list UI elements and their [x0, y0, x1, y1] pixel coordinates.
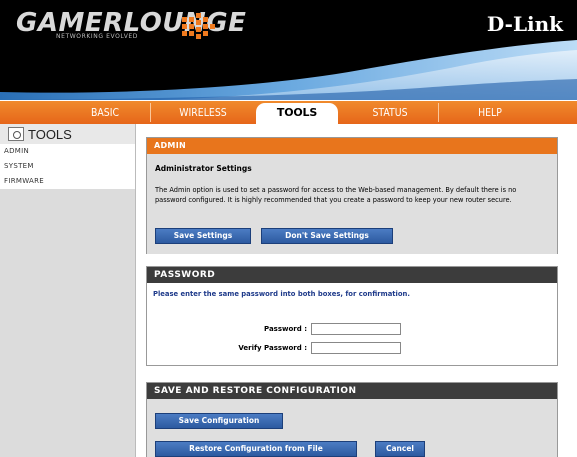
- password-body: Please enter the same password into both…: [147, 283, 557, 354]
- sidebar-item-firmware[interactable]: FIRMWARE: [0, 174, 135, 189]
- password-description: Please enter the same password into both…: [153, 290, 410, 298]
- save-restore-header: SAVE AND RESTORE CONFIGURATION: [147, 383, 557, 399]
- verify-password-input[interactable]: [311, 342, 401, 354]
- cancel-button[interactable]: Cancel: [375, 441, 425, 457]
- password-header: PASSWORD: [147, 267, 557, 283]
- password-panel: PASSWORD Please enter the same password …: [146, 266, 558, 366]
- password-input[interactable]: [311, 323, 401, 335]
- save-configuration-button[interactable]: Save Configuration: [155, 413, 283, 429]
- admin-panel: ADMIN Administrator Settings The Admin o…: [146, 137, 558, 254]
- admin-header: ADMIN: [147, 138, 557, 154]
- header-banner: GAMERLOUNGE NETWORKING EVOLVED D-Link: [0, 0, 577, 100]
- tab-basic[interactable]: BASIC: [67, 101, 144, 124]
- sidebar-item-admin[interactable]: ADMIN: [0, 144, 135, 159]
- tab-help[interactable]: HELP: [452, 101, 529, 124]
- save-settings-button[interactable]: Save Settings: [155, 228, 251, 244]
- dlink-brand-logo: D-Link: [486, 12, 563, 36]
- save-restore-panel: SAVE AND RESTORE CONFIGURATION Save Conf…: [146, 382, 558, 457]
- tab-wireless[interactable]: WIRELESS: [165, 101, 242, 124]
- tab-tools[interactable]: TOOLS: [256, 103, 338, 125]
- sidebar-title: TOOLS: [28, 126, 72, 142]
- sidebar-item-system[interactable]: SYSTEM: [0, 159, 135, 174]
- tab-status[interactable]: STATUS: [352, 101, 429, 124]
- sidebar-header: TOOLS: [0, 124, 135, 144]
- dont-save-settings-button[interactable]: Don't Save Settings: [261, 228, 393, 244]
- verify-password-label: Verify Password :: [238, 344, 307, 352]
- admin-title: Administrator Settings: [155, 164, 252, 173]
- save-restore-body: Save Configuration Restore Configuration…: [147, 399, 557, 457]
- password-label: Password :: [264, 325, 307, 333]
- tab-divider: [150, 103, 151, 122]
- logo-tagline: NETWORKING EVOLVED: [56, 33, 139, 40]
- admin-description: The Admin option is used to set a passwo…: [155, 186, 517, 204]
- restore-configuration-button[interactable]: Restore Configuration from File: [155, 441, 357, 457]
- tab-divider: [438, 103, 439, 122]
- logo-arrow-icon: [182, 13, 215, 39]
- top-nav: BASIC WIRELESS TOOLS STATUS HELP: [0, 100, 577, 125]
- sidebar: TOOLS ADMIN SYSTEM FIRMWARE: [0, 124, 136, 457]
- tools-icon: [8, 127, 24, 141]
